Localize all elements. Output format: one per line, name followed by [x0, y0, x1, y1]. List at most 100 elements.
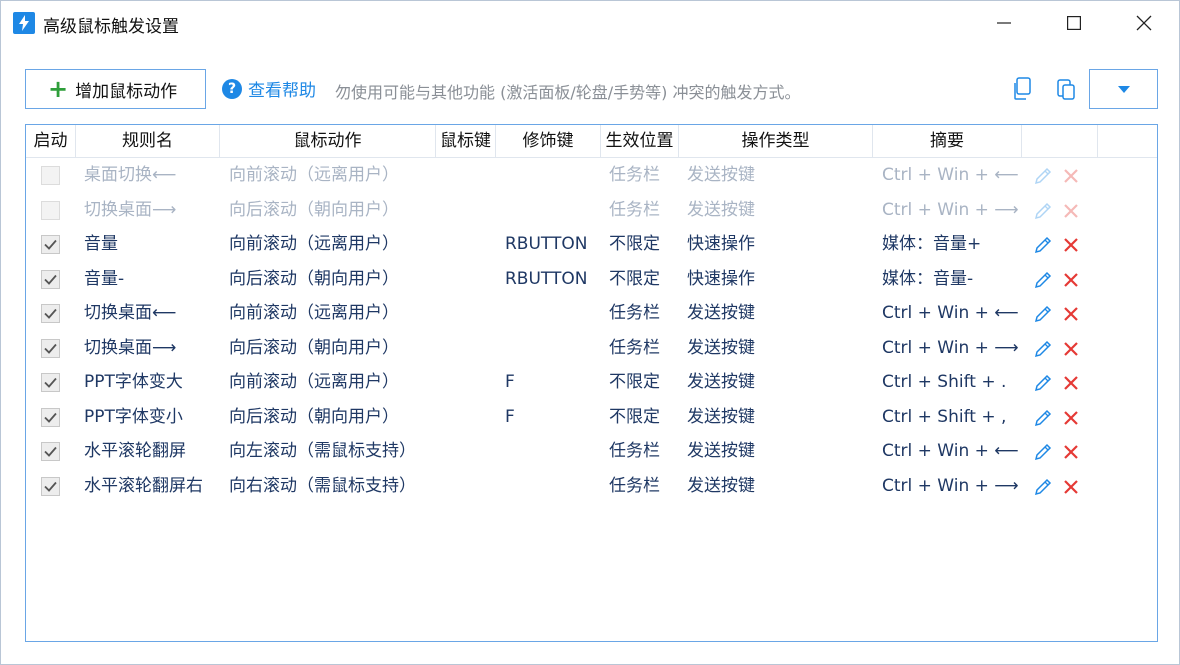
cell-operation-type: 发送按键: [687, 441, 755, 461]
table-row[interactable]: 切换桌面⟶ 向后滚动（朝向用户） 任务栏 发送按键 Ctrl + Win + ⟶: [26, 331, 1157, 366]
cell-operation-type: 发送按键: [687, 406, 755, 427]
cell-rule-name: 切换桌面⟶: [84, 199, 177, 220]
add-mouse-action-button[interactable]: + 增加鼠标动作: [25, 69, 206, 109]
header-mouse-action[interactable]: 鼠标动作: [220, 125, 436, 158]
edit-button[interactable]: [1032, 407, 1054, 429]
enabled-checkbox[interactable]: [41, 200, 60, 220]
header-enabled[interactable]: 启动: [26, 125, 76, 158]
cell-scope: 任务栏: [609, 165, 660, 185]
cell-summary: Ctrl + Win + ⟵: [882, 165, 1019, 185]
table-row[interactable]: PPT字体变小 向后滚动（朝向用户） F 不限定 发送按键 Ctrl + Shift + …: [26, 400, 1157, 435]
paste-button[interactable]: [1052, 75, 1080, 103]
x-icon: [1064, 238, 1078, 252]
hint-text: 勿使用可能与其他功能 (激活面板/轮盘/手势等) 冲突的触发方式。: [335, 83, 801, 102]
edit-button[interactable]: [1032, 372, 1054, 394]
x-icon: [1064, 307, 1078, 321]
table-row[interactable]: 水平滚轮翻屏右 向右滚动（需鼠标支持） 任务栏 发送按键 Ctrl + Win + ⟶: [26, 469, 1157, 504]
cell-summary: Ctrl + Win + ⟶: [882, 337, 1019, 358]
cell-summary: Ctrl + Shift + ,: [882, 406, 1007, 427]
pencil-icon: [1034, 167, 1052, 185]
question-circle-icon: ?: [222, 78, 242, 99]
edit-button[interactable]: [1032, 234, 1054, 256]
enabled-checkbox[interactable]: [41, 166, 60, 185]
delete-button[interactable]: [1060, 303, 1082, 325]
maximize-button[interactable]: [1039, 1, 1109, 45]
enabled-checkbox[interactable]: [41, 407, 60, 427]
table-row[interactable]: 切换桌面⟵ 向前滚动（远离用户） 任务栏 发送按键 Ctrl + Win + ⟵: [26, 296, 1157, 331]
enabled-checkbox[interactable]: [41, 476, 60, 496]
x-icon: [1064, 376, 1078, 390]
cell-scope: 任务栏: [609, 441, 660, 461]
header-scope[interactable]: 生效位置: [601, 125, 679, 158]
x-icon: [1064, 410, 1078, 425]
cell-scope: 任务栏: [609, 337, 660, 358]
header-modifier[interactable]: 修饰键: [496, 125, 601, 158]
enabled-checkbox[interactable]: [41, 373, 60, 392]
enabled-checkbox[interactable]: [41, 442, 60, 461]
table-row[interactable]: 水平滚轮翻屏 向左滚动（需鼠标支持） 任务栏 发送按键 Ctrl + Win + ⟵: [26, 434, 1157, 469]
x-icon: [1064, 203, 1078, 218]
x-icon: [1064, 169, 1078, 183]
cell-summary: Ctrl + Win + ⟵: [882, 303, 1019, 323]
cell-modifier: RBUTTON: [505, 268, 588, 289]
delete-button[interactable]: [1060, 407, 1082, 429]
more-options-dropdown[interactable]: [1089, 69, 1158, 109]
enabled-checkbox[interactable]: [41, 304, 60, 323]
cell-scope: 任务栏: [609, 199, 660, 220]
cell-operation-type: 快速操作: [687, 234, 755, 254]
checkmark-icon: [44, 412, 57, 423]
cell-summary: Ctrl + Shift + .: [882, 372, 1007, 392]
edit-button[interactable]: [1032, 476, 1054, 498]
delete-button[interactable]: [1060, 269, 1082, 291]
table-row[interactable]: 桌面切换⟵ 向前滚动（远离用户） 任务栏 发送按键 Ctrl + Win + ⟵: [26, 158, 1157, 193]
minimize-button[interactable]: [969, 1, 1039, 45]
x-icon: [1064, 445, 1078, 459]
cell-rule-name: PPT字体变小: [84, 406, 183, 427]
cell-mouse-action: 向前滚动（远离用户）: [229, 303, 399, 323]
delete-button[interactable]: [1060, 165, 1082, 187]
table-row[interactable]: 切换桌面⟶ 向后滚动（朝向用户） 任务栏 发送按键 Ctrl + Win + ⟶: [26, 193, 1157, 228]
edit-button[interactable]: [1032, 165, 1054, 187]
table-row[interactable]: 音量 向前滚动（远离用户） RBUTTON 不限定 快速操作 媒体：音量+: [26, 227, 1157, 262]
header-actions: [1022, 125, 1098, 158]
help-link[interactable]: ? 查看帮助: [222, 76, 316, 101]
close-icon: [1136, 15, 1152, 31]
header-operation-type[interactable]: 操作类型: [679, 125, 873, 158]
enabled-checkbox[interactable]: [41, 235, 60, 254]
cell-rule-name: 水平滚轮翻屏右: [84, 475, 203, 496]
cell-mouse-action: 向右滚动（需鼠标支持）: [229, 475, 416, 496]
cell-mouse-action: 向后滚动（朝向用户）: [229, 199, 399, 220]
delete-button[interactable]: [1060, 338, 1082, 360]
cell-summary: 媒体：音量+: [882, 234, 982, 254]
table-row[interactable]: PPT字体变大 向前滚动（远离用户） F 不限定 发送按键 Ctrl + Shift + …: [26, 365, 1157, 400]
pencil-icon: [1034, 478, 1052, 495]
edit-button[interactable]: [1032, 441, 1054, 463]
delete-button[interactable]: [1060, 200, 1082, 222]
delete-button[interactable]: [1060, 476, 1082, 498]
edit-button[interactable]: [1032, 338, 1054, 360]
header-rule-name[interactable]: 规则名: [76, 125, 220, 158]
enabled-checkbox[interactable]: [41, 269, 60, 289]
edit-button[interactable]: [1032, 200, 1054, 222]
header-summary[interactable]: 摘要: [873, 125, 1022, 158]
settings-window: 高级鼠标触发设置 + 增加鼠标动作 ? 查看帮助 勿使用可能与其他功能 (激活面…: [0, 0, 1180, 665]
edit-button[interactable]: [1032, 269, 1054, 291]
close-button[interactable]: [1109, 1, 1179, 45]
cell-summary: 媒体：音量-: [882, 268, 974, 289]
cell-modifier: F: [505, 406, 515, 427]
table-row[interactable]: 音量- 向后滚动（朝向用户） RBUTTON 不限定 快速操作 媒体：音量-: [26, 262, 1157, 297]
table-header: 启动 规则名 鼠标动作 鼠标键 修饰键 生效位置 操作类型 摘要: [26, 125, 1157, 158]
delete-button[interactable]: [1060, 441, 1082, 463]
cell-scope: 不限定: [609, 268, 660, 289]
delete-button[interactable]: [1060, 234, 1082, 256]
cell-scope: 不限定: [609, 234, 660, 254]
delete-button[interactable]: [1060, 372, 1082, 394]
enabled-checkbox[interactable]: [41, 338, 60, 358]
copy-button[interactable]: [1008, 75, 1036, 103]
edit-button[interactable]: [1032, 303, 1054, 325]
cell-operation-type: 发送按键: [687, 475, 755, 496]
x-icon: [1064, 341, 1078, 356]
cell-operation-type: 快速操作: [687, 268, 755, 289]
header-mouse-button[interactable]: 鼠标键: [436, 125, 496, 158]
pencil-icon: [1034, 236, 1052, 254]
